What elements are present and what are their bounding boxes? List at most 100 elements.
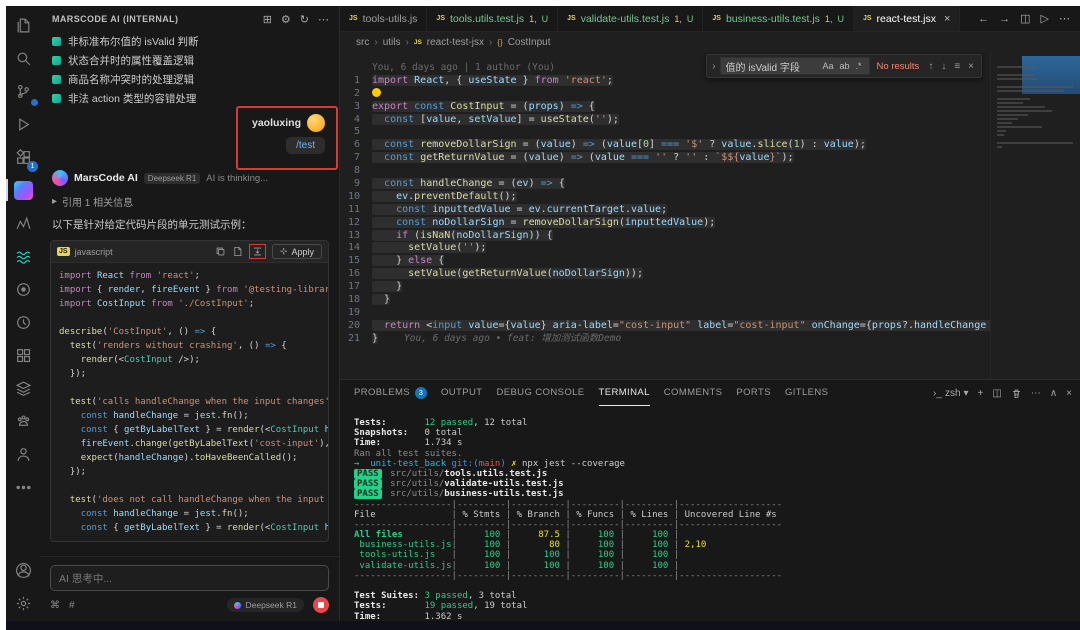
- chart-icon[interactable]: [8, 208, 38, 238]
- line-number: 3: [340, 101, 372, 114]
- more-icon[interactable]: [8, 472, 38, 502]
- panel-tab-terminal[interactable]: TERMINAL: [599, 380, 650, 406]
- apply-label: Apply: [291, 247, 314, 257]
- more-actions-icon[interactable]: ⋯: [1059, 12, 1070, 25]
- reference-row[interactable]: ▸ 引用 1 相关信息: [40, 186, 339, 209]
- new-file-icon[interactable]: [232, 246, 243, 257]
- next-match-icon[interactable]: ↓: [939, 61, 948, 72]
- close-icon[interactable]: ×: [966, 61, 976, 72]
- terminal-line: PASS src/utils/validate-utils.test.js: [354, 479, 1080, 489]
- run-debug-icon[interactable]: [8, 109, 38, 139]
- tab-tools-utils.js[interactable]: JStools-utils.js: [340, 6, 427, 31]
- panel-tab-gitlens[interactable]: GITLENS: [785, 380, 828, 406]
- waves-icon[interactable]: [8, 241, 38, 271]
- code-line: import CostInput from './CostInput';: [59, 297, 320, 311]
- shell-name: zsh: [945, 388, 961, 399]
- sidebar-item-topic[interactable]: 非标准布尔值的 isValid 判断: [40, 32, 339, 51]
- sidebar-item-topic[interactable]: 商品名称冲突时的处理逻辑: [40, 70, 339, 89]
- apply-button[interactable]: ⊹Apply: [272, 244, 322, 259]
- sidebar-header: MARSCODE AI (INTERNAL) ⊞ ⚙ ↻ ⋯: [40, 6, 339, 32]
- split-editor-icon[interactable]: ◫: [1020, 12, 1030, 25]
- target-icon[interactable]: [8, 274, 38, 304]
- toggle-replace-icon[interactable]: ›: [712, 61, 715, 72]
- tab-react-test.jsx[interactable]: JSreact-test.jsx×: [854, 6, 961, 31]
- account-icon[interactable]: [8, 555, 38, 585]
- code-line: 2: [340, 88, 1080, 101]
- sidebar-item-topic[interactable]: 状态合并时的属性覆盖逻辑: [40, 51, 339, 70]
- history-icon[interactable]: [8, 307, 38, 337]
- minimap[interactable]: [990, 52, 1080, 379]
- prev-match-icon[interactable]: ↑: [926, 61, 935, 72]
- panel-tab-label: GITLENS: [785, 387, 828, 398]
- extensions-icon[interactable]: 1: [8, 142, 38, 172]
- code-line: 3export const CostInput = (props) => {: [340, 101, 1080, 114]
- js-file-icon: JS: [567, 15, 576, 22]
- code-line: const handleChange = jest.fn();: [59, 409, 320, 423]
- whole-word-icon[interactable]: ab: [838, 61, 852, 71]
- settings-gear-icon[interactable]: [8, 588, 38, 618]
- split-terminal-icon[interactable]: ◫: [992, 388, 1001, 399]
- line-number: 11: [340, 204, 372, 217]
- gear-icon[interactable]: ⚙: [281, 13, 291, 26]
- tab-validate-utils.test.js[interactable]: JSvalidate-utils.test.js1, U: [558, 6, 703, 31]
- history-refresh-icon[interactable]: ↻: [300, 13, 309, 26]
- nav-back-icon[interactable]: ←: [978, 13, 989, 25]
- tab-business-utils.test.js[interactable]: JSbusiness-utils.test.js1, U: [703, 6, 854, 31]
- breadcrumb-item[interactable]: utils: [383, 37, 401, 48]
- topic-label: 非标准布尔值的 isValid 判断: [68, 34, 199, 49]
- lightbulb-icon[interactable]: [372, 88, 381, 97]
- insert-to-file-icon[interactable]: [252, 246, 263, 257]
- person-icon[interactable]: [8, 439, 38, 469]
- tab-tools.utils.test.js[interactable]: JStools.utils.test.js1, U: [427, 6, 558, 31]
- marscode-icon[interactable]: [8, 175, 38, 205]
- sidebar-title: MARSCODE AI (INTERNAL): [52, 14, 178, 24]
- maximize-panel-icon[interactable]: ∧: [1050, 388, 1057, 399]
- breadcrumb-item[interactable]: react-test-jsx: [427, 37, 484, 48]
- user-chat-message: yaoluxing /test: [40, 108, 339, 156]
- code-line: 4 const [value, setValue] = useState('')…: [340, 114, 1080, 127]
- panel-tab-label: PORTS: [736, 387, 771, 398]
- panel-tab-ports[interactable]: PORTS: [736, 380, 771, 406]
- close-panel-icon[interactable]: ×: [1066, 388, 1072, 399]
- new-terminal-icon[interactable]: +: [978, 388, 984, 399]
- find-in-selection-icon[interactable]: ≡: [952, 61, 962, 72]
- command-icon[interactable]: ⌘: [50, 600, 60, 611]
- model-selector[interactable]: Deepseek R1: [227, 598, 304, 612]
- run-file-icon[interactable]: ▷: [1041, 12, 1049, 25]
- grid-icon[interactable]: [8, 340, 38, 370]
- activity-bar-top: 1: [8, 10, 38, 502]
- close-icon[interactable]: ×: [944, 13, 950, 25]
- breadcrumb-item[interactable]: src: [356, 37, 369, 48]
- chat-input[interactable]: AI 思考中...: [50, 565, 329, 591]
- more-icon[interactable]: ⋯: [318, 13, 329, 26]
- breadcrumb-item[interactable]: CostInput: [508, 37, 551, 48]
- match-case-icon[interactable]: Aa: [821, 61, 836, 71]
- panel-tab-problems[interactable]: PROBLEMS3: [354, 380, 427, 406]
- find-input[interactable]: 值的 isValid 字段 Aaab.*: [720, 57, 870, 75]
- copy-icon[interactable]: [215, 246, 226, 257]
- chat-command-bubble[interactable]: /test: [286, 137, 325, 154]
- code-editor[interactable]: You, 6 days ago | 1 author (You)1import …: [340, 52, 1080, 379]
- new-chat-icon[interactable]: ⊞: [263, 13, 272, 26]
- sidebar-item-topic[interactable]: 非法 action 类型的容错处理: [40, 89, 339, 108]
- source-control-icon[interactable]: [8, 76, 38, 106]
- panel-tab-debug-console[interactable]: DEBUG CONSOLE: [496, 380, 584, 406]
- more-actions-icon[interactable]: ⋯: [1031, 388, 1041, 399]
- kill-terminal-icon[interactable]: [1011, 388, 1022, 399]
- layers-icon[interactable]: [8, 373, 38, 403]
- regex-icon[interactable]: .*: [854, 61, 864, 71]
- panel-tab-output[interactable]: OUTPUT: [441, 380, 482, 406]
- avatar: [307, 114, 325, 132]
- js-file-icon: JS: [436, 15, 445, 22]
- stop-generating-button[interactable]: [313, 597, 329, 613]
- terminal-line: business-utils.js| 100 | 80 | 100 | 100 …: [354, 540, 1080, 550]
- nav-forward-icon[interactable]: →: [999, 13, 1010, 25]
- shell-selector[interactable]: ›_zsh▾: [933, 388, 969, 399]
- terminal-output[interactable]: Tests: 12 passed, 12 totalSnapshots: 0 t…: [340, 406, 1080, 621]
- hash-icon[interactable]: #: [69, 600, 75, 611]
- explorer-icon[interactable]: [8, 10, 38, 40]
- paw-icon[interactable]: [8, 406, 38, 436]
- marscode-ai-sidebar: MARSCODE AI (INTERNAL) ⊞ ⚙ ↻ ⋯ 非标准布尔值的 i…: [40, 6, 340, 621]
- panel-tab-comments[interactable]: COMMENTS: [664, 380, 723, 406]
- search-icon[interactable]: [8, 43, 38, 73]
